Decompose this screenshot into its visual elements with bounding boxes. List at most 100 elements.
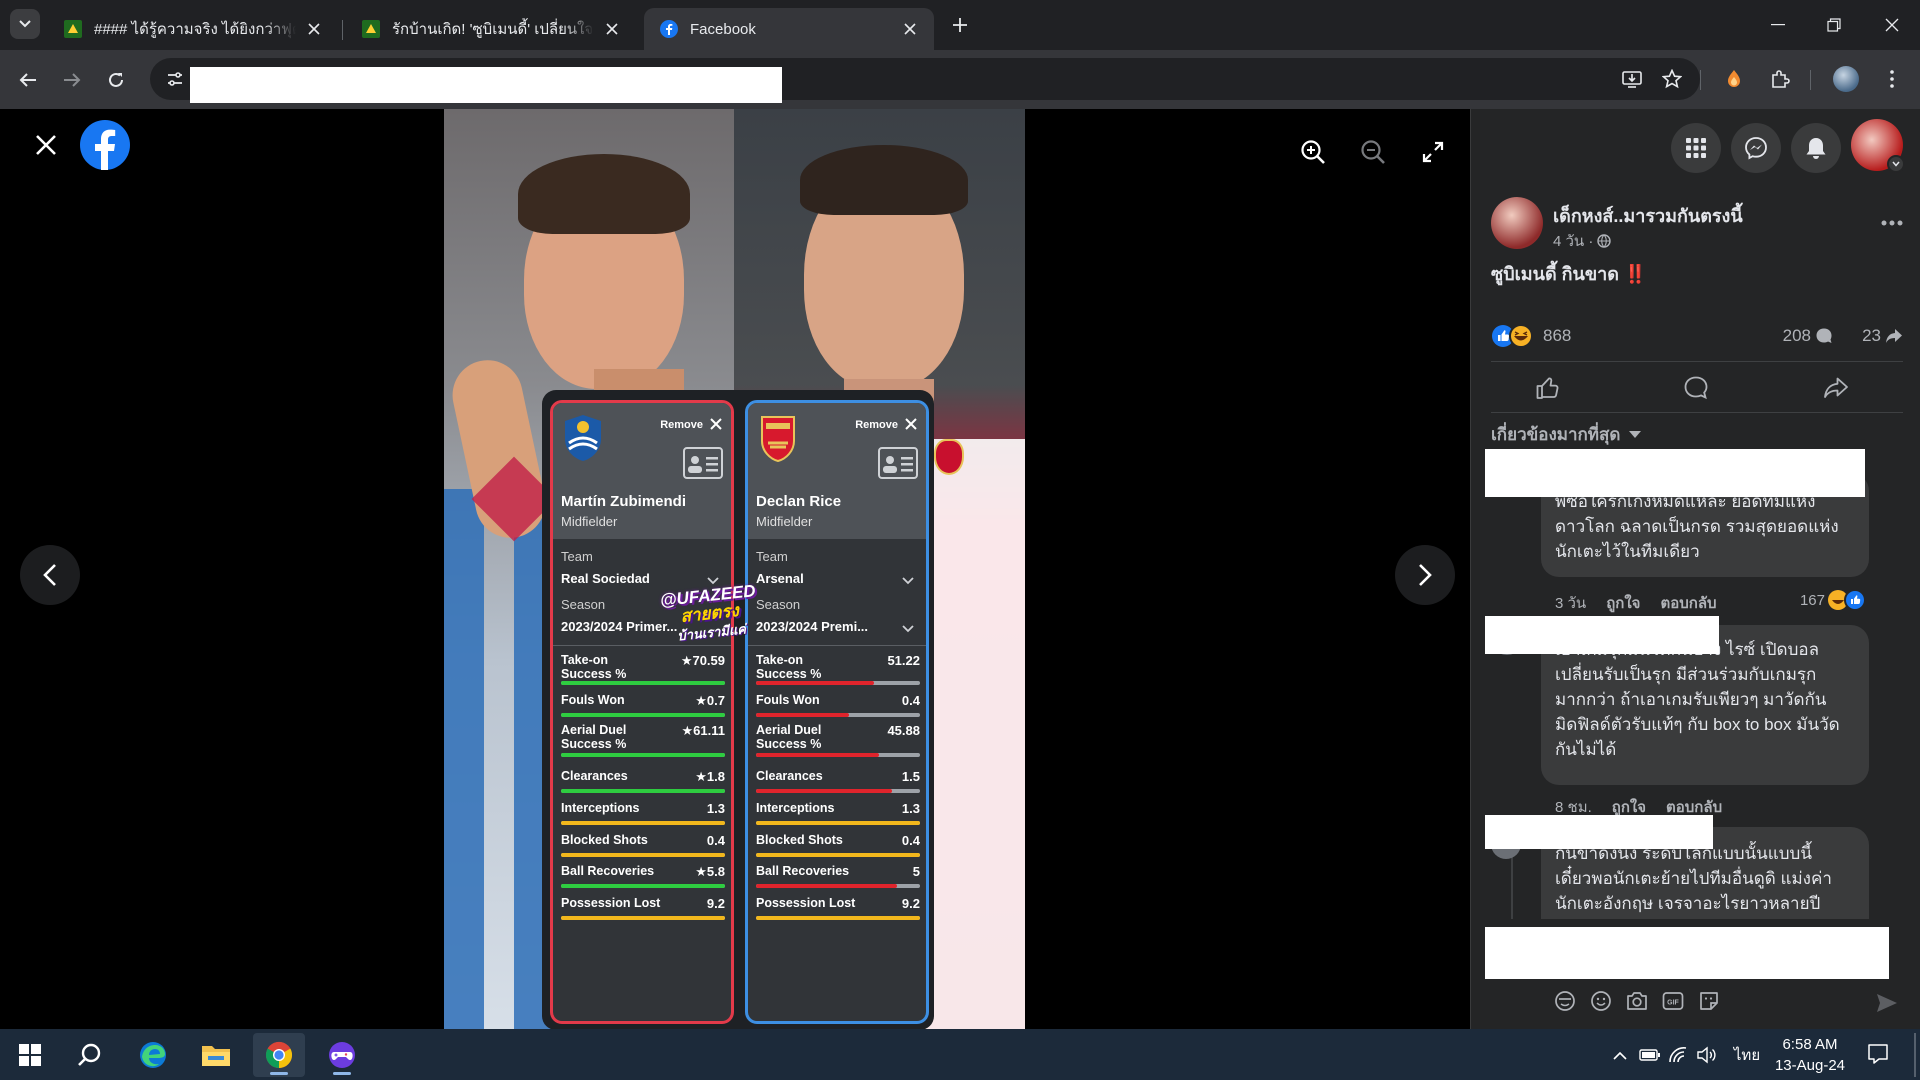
smiley-icon	[1591, 991, 1611, 1011]
comment-sort-dropdown[interactable]: เกี่ยวข้องมากที่สุด	[1491, 421, 1642, 448]
close-window-button[interactable]	[1864, 0, 1920, 50]
wifi-icon	[1669, 1047, 1687, 1063]
comment-reactions[interactable]: 167	[1800, 589, 1867, 611]
start-button[interactable]	[4, 1033, 56, 1077]
post-author-avatar[interactable]	[1491, 197, 1543, 249]
comment-composer: GIF	[1485, 919, 1907, 1029]
team-select[interactable]: Real Sociedad	[561, 571, 650, 586]
stat-bar-fill	[756, 853, 920, 857]
reload-button[interactable]	[100, 64, 132, 96]
comment-text-line: นักเตะไว้ในทีมเดียว	[1555, 542, 1700, 561]
avatar-sticker-button[interactable]	[1553, 989, 1577, 1013]
send-icon[interactable]	[1875, 991, 1899, 1015]
comment-button[interactable]	[1681, 374, 1711, 402]
comment-time[interactable]: 3 วัน	[1555, 591, 1586, 615]
comment-reply-button[interactable]: ตอบกลับ	[1660, 591, 1716, 615]
browser-tab-1[interactable]: #### ได้รู้ความจริง ได้ยิงกว่าฟุตบอลโลก	[48, 8, 338, 50]
stat-row: Take-on Success % 51.22	[756, 653, 920, 687]
photo-button[interactable]	[1625, 989, 1649, 1013]
share-button[interactable]	[1821, 374, 1851, 402]
notifications-button[interactable]	[1791, 123, 1841, 173]
close-tab-icon[interactable]	[602, 19, 622, 39]
taskbar-chrome[interactable]	[253, 1033, 305, 1077]
close-viewer-button[interactable]	[30, 129, 62, 161]
new-tab-button[interactable]	[946, 11, 974, 39]
fullscreen-button[interactable]	[1416, 135, 1450, 169]
clock-time: 6:58 AM	[1782, 1036, 1838, 1053]
stat-name: Possession Lost	[756, 896, 856, 910]
composer-tools: GIF	[1553, 989, 1721, 1013]
taskbar-app[interactable]	[316, 1033, 368, 1077]
back-button[interactable]	[12, 64, 44, 96]
emoji-button[interactable]	[1589, 989, 1613, 1013]
show-hidden-icons-button[interactable]	[1608, 1043, 1632, 1067]
remove-icon[interactable]	[709, 417, 723, 431]
network-button[interactable]	[1666, 1043, 1690, 1067]
taskbar-clock[interactable]: 6:58 AM 13-Aug-24	[1764, 1034, 1856, 1076]
close-tab-icon[interactable]	[304, 19, 324, 39]
remove-icon[interactable]	[904, 417, 918, 431]
zoom-out-button[interactable]	[1356, 135, 1390, 169]
stat-name: Blocked Shots	[561, 833, 648, 847]
post-photo: Remove Martín Zubimendi Midfielder Team …	[444, 109, 1025, 1029]
comment-count[interactable]: 208	[1783, 326, 1833, 346]
stat-bar-track	[756, 681, 920, 685]
share-count[interactable]: 23	[1862, 326, 1903, 346]
extensions-menu-button[interactable]	[1764, 63, 1796, 95]
browser-tab-3[interactable]: Facebook	[644, 8, 934, 50]
menu-button[interactable]	[1671, 123, 1721, 173]
profile-avatar	[1833, 66, 1859, 92]
stat-value: ★70.59	[680, 653, 725, 668]
comment-reaction-count: 167	[1799, 591, 1825, 609]
install-app-button[interactable]	[1616, 63, 1648, 95]
input-language-button[interactable]: ไทย	[1734, 1043, 1760, 1067]
remove-label[interactable]: Remove	[855, 419, 898, 431]
stat-row: Aerial Duel Success % 45.88	[756, 723, 920, 759]
post-options-button[interactable]	[1877, 213, 1907, 233]
notification-center-button[interactable]	[1866, 1042, 1890, 1066]
stat-bar-fill	[756, 681, 875, 685]
gif-button[interactable]: GIF	[1661, 989, 1685, 1013]
like-button[interactable]	[1533, 374, 1563, 402]
arrow-left-icon	[19, 73, 36, 87]
battery-button[interactable]	[1638, 1043, 1662, 1067]
stat-value: 0.4	[901, 693, 920, 708]
close-tab-icon[interactable]	[900, 19, 920, 39]
messenger-button[interactable]	[1731, 123, 1781, 173]
account-menu-badge[interactable]	[1887, 155, 1905, 173]
zoom-in-button[interactable]	[1296, 135, 1330, 169]
comment-like-button[interactable]: ถูกใจ	[1606, 591, 1640, 615]
like-haha-reaction-icons[interactable]	[1491, 323, 1535, 349]
stat-bar-track	[561, 753, 725, 757]
previous-photo-button[interactable]	[20, 545, 80, 605]
comment-input[interactable]	[1485, 927, 1889, 979]
minimize-button[interactable]	[1750, 0, 1806, 50]
season-select[interactable]: 2023/2024 Premi...	[756, 619, 868, 634]
search-button[interactable]	[64, 1033, 116, 1077]
profile-button[interactable]	[1830, 63, 1862, 95]
reaction-count[interactable]: 868	[1543, 326, 1571, 346]
taskbar-file-explorer[interactable]	[190, 1033, 242, 1077]
next-photo-button[interactable]	[1395, 545, 1455, 605]
forward-button[interactable]	[56, 64, 88, 96]
zoom-in-icon	[1301, 140, 1325, 164]
tab-search-button[interactable]	[10, 9, 40, 39]
url-input[interactable]	[190, 67, 782, 103]
stat-name: Ball Recoveries	[561, 864, 655, 878]
remove-label[interactable]: Remove	[660, 419, 703, 431]
post-author-name[interactable]: เด็กหงส์..มารวมกันตรงนี้	[1553, 201, 1743, 230]
sticker-button[interactable]	[1697, 989, 1721, 1013]
bookmark-button[interactable]	[1656, 63, 1688, 95]
facebook-logo-button[interactable]	[80, 120, 130, 170]
browser-tab-2[interactable]: รักบ้านเกิด! 'ซูบิเมนดี้' เปลี่ยนใจปัดข้…	[346, 8, 636, 50]
taskbar-edge[interactable]	[127, 1033, 179, 1077]
post-time[interactable]: 4 วัน ·	[1553, 229, 1593, 253]
browser-menu-button[interactable]	[1876, 63, 1908, 95]
restore-button[interactable]	[1806, 0, 1862, 50]
stat-name: Fouls Won	[756, 693, 820, 707]
site-info-button[interactable]	[160, 64, 190, 94]
restore-icon	[1827, 18, 1841, 32]
volume-button[interactable]	[1694, 1043, 1718, 1067]
extension-button[interactable]	[1718, 63, 1750, 95]
show-desktop-button[interactable]	[1914, 1033, 1916, 1077]
